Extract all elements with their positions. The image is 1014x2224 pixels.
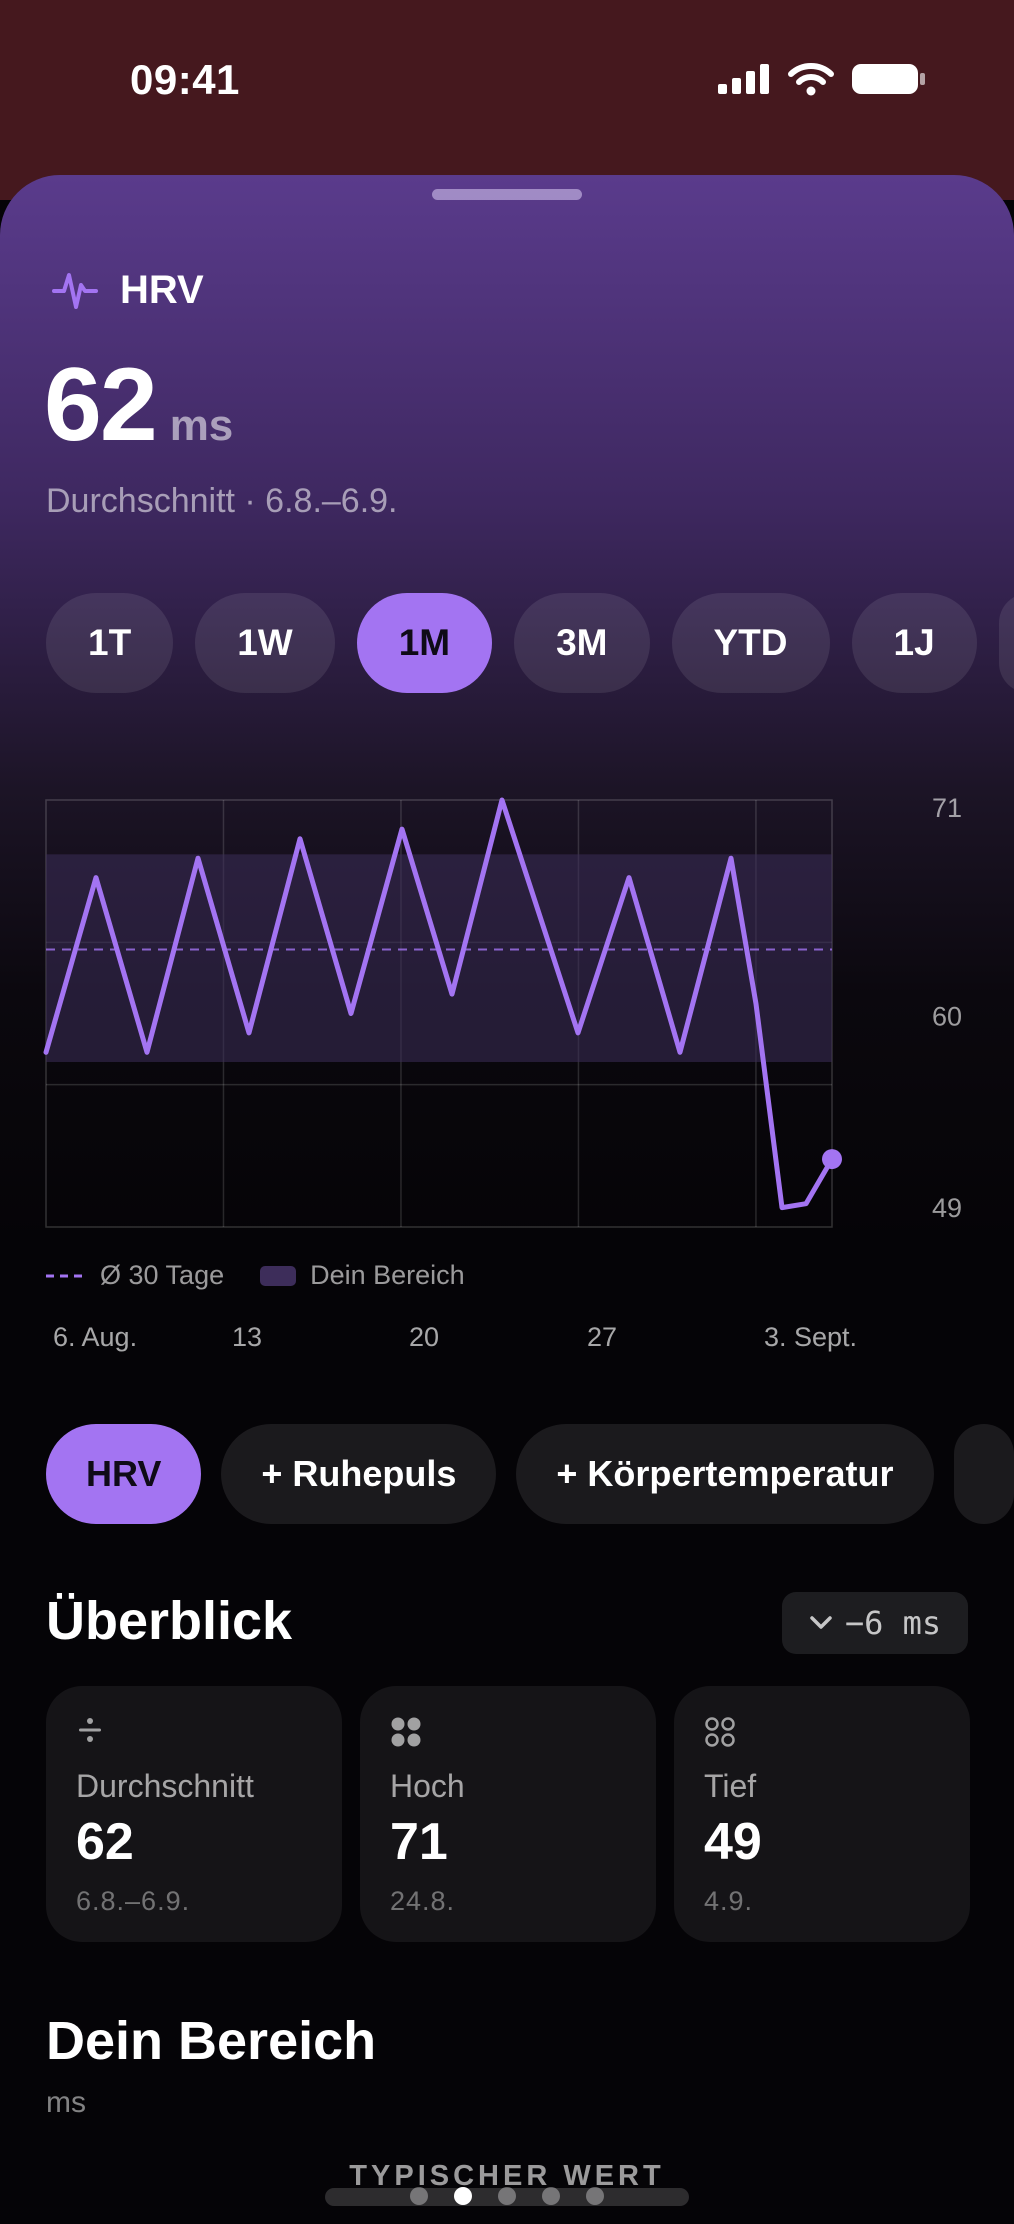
stat-date: 4.9. <box>704 1886 754 1916</box>
stat-date: 6.8.–6.9. <box>76 1886 191 1916</box>
dots-filled-icon <box>391 1717 421 1747</box>
range-1t[interactable]: 1T <box>46 593 174 693</box>
stat-label: Hoch <box>390 1768 465 1804</box>
metric-header: HRV <box>52 267 204 313</box>
metric-name: HRV <box>120 267 204 312</box>
delta-badge[interactable]: −6 ms <box>782 1592 968 1654</box>
stat-card-average[interactable]: Durchschnitt 62 6.8.–6.9. <box>46 1686 342 1942</box>
range-ytd[interactable]: YTD <box>671 593 830 693</box>
y-tick-label: 60 <box>932 1002 962 1032</box>
stat-label: Durchschnitt <box>76 1768 254 1804</box>
stat-card-low[interactable]: Tief 49 4.9. <box>674 1686 970 1942</box>
hrv-chart-svg: 71 60 49 <box>43 793 962 1228</box>
metric-value-row: 62 ms <box>44 353 233 457</box>
range-more[interactable] <box>998 593 1014 693</box>
stat-card-high[interactable]: Hoch 71 24.8. <box>360 1686 656 1942</box>
legend-band-label: Dein Bereich <box>310 1260 465 1290</box>
time-range-selector: 1T 1W 1M 3M YTD 1J <box>46 593 1014 693</box>
filter-more[interactable] <box>953 1424 1014 1524</box>
legend-band-swatch <box>260 1265 297 1286</box>
signal-icon <box>718 64 769 94</box>
sheet-grabber[interactable] <box>432 189 582 200</box>
y-tick-label: 49 <box>932 1193 962 1223</box>
delta-value: −6 ms <box>844 1604 942 1642</box>
range-section-unit: ms <box>46 2086 86 2119</box>
metric-subtitle: Durchschnitt · 6.8.–6.9. <box>46 482 398 520</box>
chevron-down-icon <box>810 1616 832 1629</box>
x-tick-label: 20 <box>409 1322 440 1352</box>
stat-value: 71 <box>390 1813 448 1871</box>
range-1j[interactable]: 1J <box>851 593 977 693</box>
page-dot[interactable] <box>542 2187 560 2205</box>
last-data-point <box>822 1149 842 1170</box>
status-icons <box>718 62 926 96</box>
filter-hrv[interactable]: HRV <box>46 1424 202 1524</box>
x-tick-label: 6. Aug. <box>53 1322 138 1352</box>
dots-outline-icon <box>705 1717 735 1747</box>
comparison-filters: HRV + Ruhepuls + Körpertemperatur <box>46 1424 1014 1524</box>
y-tick-label: 71 <box>932 793 962 823</box>
stat-value: 62 <box>76 1813 134 1871</box>
range-3m[interactable]: 3M <box>514 593 650 693</box>
filter-ruhepuls[interactable]: + Ruhepuls <box>221 1424 497 1524</box>
stat-date: 24.8. <box>390 1886 456 1916</box>
range-1w[interactable]: 1W <box>195 593 335 693</box>
stat-label: Tief <box>704 1768 757 1804</box>
page-dot[interactable] <box>498 2187 516 2205</box>
metric-unit: ms <box>169 401 234 450</box>
legend-avg-label: Ø 30 Tage <box>100 1260 225 1290</box>
page-dot[interactable] <box>586 2187 604 2205</box>
range-1m[interactable]: 1M <box>356 593 493 693</box>
x-tick-label: 27 <box>587 1322 618 1352</box>
range-section-title: Dein Bereich <box>46 2011 377 2071</box>
divide-icon <box>79 1718 101 1742</box>
page-dot-active[interactable] <box>454 2187 472 2205</box>
status-time: 09:41 <box>130 56 240 103</box>
heartbeat-icon <box>52 273 98 309</box>
wifi-icon <box>788 63 834 96</box>
filter-koerpertemperatur[interactable]: + Körpertemperatur <box>516 1424 934 1524</box>
chart-legend: Ø 30 Tage Dein Bereich <box>46 1260 465 1291</box>
page-dot[interactable] <box>410 2187 428 2205</box>
x-tick-label: 3. Sept. <box>764 1322 858 1352</box>
metric-value: 62 <box>44 347 158 463</box>
battery-icon <box>852 64 925 94</box>
x-tick-label: 13 <box>232 1322 263 1352</box>
avg-dashed-icon <box>46 1274 86 1277</box>
stat-value: 49 <box>704 1813 762 1871</box>
overview-title: Überblick <box>46 1591 293 1651</box>
